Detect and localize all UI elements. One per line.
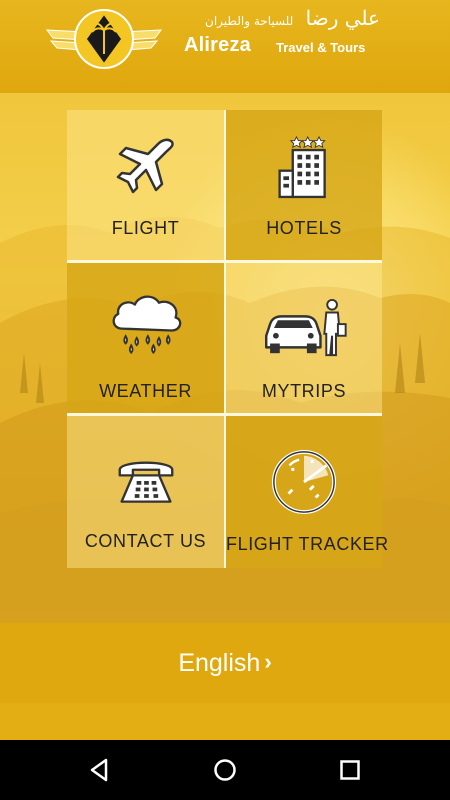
- brand-arabic-name: علي رضا للسياحة والطيران: [180, 6, 380, 32]
- brand-tagline: Travel & Tours: [276, 40, 366, 55]
- hotel-building-icon: [278, 135, 326, 199]
- hotels-label: HOTELS: [266, 218, 342, 238]
- grid-divider-horizontal-2: [67, 413, 382, 416]
- grid-divider-horizontal-1: [67, 260, 382, 263]
- language-switch-button[interactable]: English ›: [178, 649, 271, 678]
- grid-divider-vertical: [224, 110, 226, 568]
- menu-tile-hotels[interactable]: HOTELS: [226, 110, 382, 260]
- brand-name: Alireza: [184, 34, 251, 56]
- menu-tile-contact-us[interactable]: CONTACT US: [67, 416, 224, 568]
- home-icon[interactable]: [209, 754, 241, 786]
- car-traveler-icon: [265, 298, 347, 357]
- menu-tile-weather[interactable]: WEATHER: [67, 263, 224, 413]
- brand-arabic-sub: للسياحة والطيران: [205, 14, 294, 28]
- telephone-icon: [118, 461, 173, 503]
- menu-tile-flight[interactable]: FLIGHT: [67, 110, 224, 260]
- language-bar: English ›: [0, 623, 450, 703]
- menu-tile-flight-tracker[interactable]: FLIGHT TRACKER: [226, 416, 389, 568]
- logo-emblem-icon: [45, 9, 163, 69]
- contact-us-label: CONTACT US: [84, 531, 207, 551]
- main-menu-grid: FLIGHT HOTELS WEATHER MYTRIPS CONTACT US…: [67, 110, 389, 568]
- mytrips-label: MYTRIPS: [261, 381, 347, 401]
- chevron-right-icon: ›: [264, 649, 272, 674]
- rain-cloud-icon: [112, 295, 181, 354]
- radar-icon: [271, 449, 337, 515]
- flight-label: FLIGHT: [111, 218, 180, 238]
- back-icon[interactable]: [84, 754, 116, 786]
- background-scenery: FLIGHT HOTELS WEATHER MYTRIPS CONTACT US…: [0, 93, 450, 623]
- recent-apps-icon[interactable]: [334, 754, 366, 786]
- app-header: علي رضا للسياحة والطيران Alireza Travel …: [0, 0, 450, 93]
- menu-tile-mytrips[interactable]: MYTRIPS: [226, 263, 382, 413]
- footer-strip: [0, 703, 450, 740]
- airplane-icon: [116, 138, 174, 194]
- android-nav-bar: [0, 740, 450, 800]
- language-label: English: [178, 648, 261, 677]
- brand-arabic-main: علي رضا: [305, 6, 380, 30]
- weather-label: WEATHER: [99, 381, 192, 401]
- flight-tracker-label: FLIGHT TRACKER: [226, 534, 389, 554]
